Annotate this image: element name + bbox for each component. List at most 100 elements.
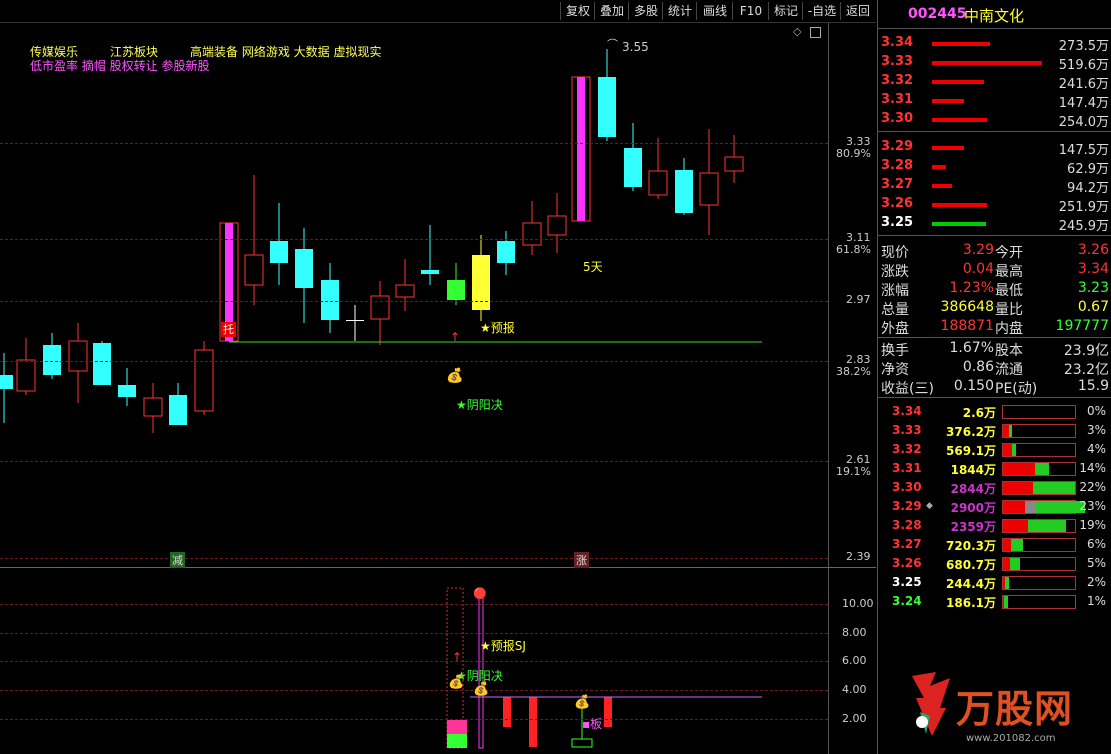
bid-price: 3.27 xyxy=(881,177,914,192)
vp-red-bar xyxy=(1003,558,1010,570)
candle-body[interactable] xyxy=(699,172,719,206)
back-button[interactable]: 返回 xyxy=(840,2,875,20)
candle-body[interactable] xyxy=(522,222,542,246)
ask-volume-bar xyxy=(932,118,987,122)
bid-volume: 251.9万 xyxy=(1058,200,1109,215)
quote-label: 现价 xyxy=(881,245,909,261)
candle-body[interactable] xyxy=(497,241,515,263)
fundamental-row: 收益(三) 0.150 PE(动) 15.9 xyxy=(878,378,1111,397)
vp-volume: 186.1万 xyxy=(946,596,996,610)
ask-row[interactable]: 3.32 241.6万 xyxy=(878,72,1111,92)
candle-body[interactable] xyxy=(447,280,465,300)
volume-profile-row[interactable]: 3.24 186.1万 1% xyxy=(878,592,1111,611)
fuquan-button[interactable]: 复权 xyxy=(560,2,595,20)
draw-line-button[interactable]: 画线 xyxy=(696,2,733,20)
bid-row[interactable]: 3.28 62.9万 xyxy=(878,157,1111,177)
volume-profile-row[interactable]: 3.33 376.2万 3% xyxy=(878,421,1111,440)
candle-body[interactable] xyxy=(648,170,668,196)
fund-value: 0.86 xyxy=(962,359,994,375)
fib-pct-tick: 80.9% xyxy=(836,147,871,160)
fund-label: PE(动) xyxy=(995,381,1038,397)
volume-profile-row[interactable]: 3.29 ◆ 2900万 23% xyxy=(878,497,1111,516)
vp-price: 3.28 xyxy=(892,518,922,532)
current-price-marker-icon: ◆ xyxy=(926,501,933,511)
volume-profile-row[interactable]: 3.32 569.1万 4% xyxy=(878,440,1111,459)
indicator-tick: 8.00 xyxy=(842,626,867,639)
quote-value: 3.23 xyxy=(1077,280,1109,296)
quote-value: 3.26 xyxy=(1077,242,1109,258)
volume-bar xyxy=(447,720,467,734)
quote-row: 涨跌 0.04 最高 3.34 xyxy=(878,261,1111,280)
logo-arrow-icon xyxy=(906,668,958,738)
volume-profile-row[interactable]: 3.31 1844万 14% xyxy=(878,459,1111,478)
bid-volume-bar xyxy=(932,222,986,226)
candle-body[interactable] xyxy=(43,345,61,375)
vp-red-bar xyxy=(1003,539,1011,551)
vp-price: 3.24 xyxy=(892,594,922,608)
vp-green-bar xyxy=(1005,577,1009,589)
sub-up-arrow-icon: ↑ xyxy=(452,650,463,664)
fundamental-row: 换手 1.67% 股本 23.9亿 xyxy=(878,340,1111,359)
candle-body[interactable] xyxy=(346,320,364,321)
candle-body[interactable] xyxy=(724,156,744,172)
candle-body[interactable] xyxy=(169,395,187,425)
candle-body[interactable] xyxy=(194,349,214,412)
multi-stock-button[interactable]: 多股 xyxy=(628,2,663,20)
volume-profile-row[interactable]: 3.26 680.7万 5% xyxy=(878,554,1111,573)
candle-body[interactable] xyxy=(143,397,163,417)
candle-body[interactable] xyxy=(395,284,415,298)
sub-gridline xyxy=(0,690,828,691)
candle-body[interactable] xyxy=(16,359,36,392)
candle-body[interactable] xyxy=(93,343,111,385)
quote-panel: 002445 中南文化 3.34 273.5万 3.33 519.6万 3.32 241.… xyxy=(877,0,1111,754)
volume-profile-row[interactable]: 3.27 720.3万 6% xyxy=(878,535,1111,554)
add-watchlist-button[interactable]: -自选 xyxy=(802,2,841,20)
red-bar xyxy=(604,697,612,727)
bid-row[interactable]: 3.26 251.9万 xyxy=(878,195,1111,215)
statistics-button[interactable]: 统计 xyxy=(662,2,697,20)
candle-body[interactable] xyxy=(624,148,642,187)
quote-label: 最高 xyxy=(995,264,1023,280)
bid-row[interactable]: 3.29 147.5万 xyxy=(878,138,1111,158)
ask-row[interactable]: 3.30 254.0万 xyxy=(878,110,1111,130)
red-bar xyxy=(503,697,511,727)
quote-value: 197777 xyxy=(1055,318,1109,334)
five-days-label: 5天 xyxy=(583,260,603,274)
vp-volume: 2.6万 xyxy=(962,406,996,420)
ask-row[interactable]: 3.33 519.6万 xyxy=(878,53,1111,73)
mark-button[interactable]: 标记 xyxy=(768,2,803,20)
vp-price: 3.34 xyxy=(892,404,922,418)
bid-row[interactable]: 3.27 94.2万 xyxy=(878,176,1111,196)
ask-row[interactable]: 3.34 273.5万 xyxy=(878,34,1111,54)
volume-profile-row[interactable]: 3.34 2.6万 0% xyxy=(878,402,1111,421)
candle-body[interactable] xyxy=(270,241,288,263)
candle-body[interactable] xyxy=(675,170,693,213)
candle-body[interactable] xyxy=(118,385,136,397)
balls-icon: 🔴 xyxy=(473,587,487,600)
ask-price: 3.32 xyxy=(881,73,914,88)
overlay-button[interactable]: 叠加 xyxy=(594,2,629,20)
candle-body[interactable] xyxy=(0,375,13,389)
candle-body[interactable] xyxy=(244,254,264,286)
candle-body[interactable] xyxy=(421,270,439,274)
candle-body[interactable] xyxy=(547,215,567,236)
quote-label: 外盘 xyxy=(881,321,909,337)
volume-profile-row[interactable]: 3.28 2359万 19% xyxy=(878,516,1111,535)
volume-profile-row[interactable]: 3.25 244.4万 2% xyxy=(878,573,1111,592)
candle-body[interactable] xyxy=(598,77,616,137)
kline-chart-area[interactable]: 传媒娱乐 江苏板块 高端装备 网络游戏 大数据 虚拟现实 低市盈率 摘帽 股权转… xyxy=(0,23,876,754)
bid-row[interactable]: 3.25 245.9万 xyxy=(878,214,1111,234)
quote-value: 188871 xyxy=(940,318,994,334)
ask-row[interactable]: 3.31 147.4万 xyxy=(878,91,1111,111)
indicator-tick: 4.00 xyxy=(842,683,867,696)
quote-label: 今开 xyxy=(995,245,1023,261)
fund-label: 换手 xyxy=(881,343,909,359)
candle-body[interactable] xyxy=(295,249,313,288)
volume-profile-row[interactable]: 3.30 2844万 22% xyxy=(878,478,1111,497)
candle-body[interactable] xyxy=(370,295,390,320)
f10-button[interactable]: F10 xyxy=(732,2,769,20)
candle-body[interactable] xyxy=(321,280,339,320)
vp-volume: 680.7万 xyxy=(946,558,996,572)
candle-body[interactable] xyxy=(68,340,88,372)
vp-green-bar xyxy=(1010,558,1020,570)
